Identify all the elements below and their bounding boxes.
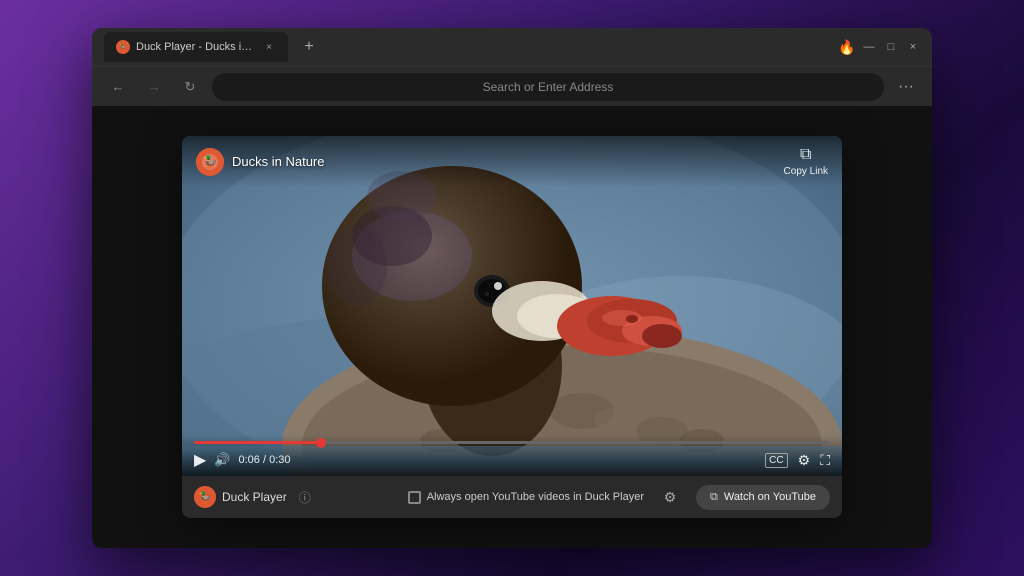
browser-window: 🦆 Duck Player - Ducks in Natur... × + 🔥 … bbox=[92, 28, 932, 548]
new-tab-button[interactable]: + bbox=[296, 34, 322, 60]
copy-link-button[interactable]: ⧉ Copy Link bbox=[784, 146, 828, 177]
controls-row: ▶ 🔊 0:06 / 0:30 CC ⚙ ⛶ bbox=[194, 450, 830, 470]
video-container[interactable]: 🦆 Ducks in Nature ⧉ Copy Link bbox=[182, 136, 842, 476]
watch-youtube-label: Watch on YouTube bbox=[724, 491, 816, 503]
refresh-button[interactable]: ↻ bbox=[176, 73, 204, 101]
back-button[interactable]: ← bbox=[104, 73, 132, 101]
duck-player-logo: 🦆 Duck Player bbox=[194, 486, 287, 508]
channel-icon: 🦆 bbox=[196, 148, 224, 176]
svg-text:🦆: 🦆 bbox=[203, 155, 218, 169]
info-icon[interactable]: ⓘ bbox=[299, 489, 311, 506]
progress-bar[interactable] bbox=[194, 441, 830, 444]
duck-player: 🦆 Ducks in Nature ⧉ Copy Link bbox=[182, 136, 842, 518]
minimize-button[interactable]: — bbox=[862, 40, 876, 54]
address-text: Search or Enter Address bbox=[226, 80, 870, 94]
fullscreen-button[interactable]: ⛶ bbox=[820, 452, 830, 469]
content-area: 🦆 Ducks in Nature ⧉ Copy Link bbox=[92, 106, 932, 548]
tab-favicon: 🦆 bbox=[116, 40, 130, 54]
bottom-bar: 🦆 Duck Player ⓘ Always open YouTube vide… bbox=[182, 476, 842, 518]
tab-title: Duck Player - Ducks in Natur... bbox=[136, 41, 256, 53]
forward-button[interactable]: → bbox=[140, 73, 168, 101]
right-controls: CC ⚙ ⛶ bbox=[765, 452, 830, 469]
video-overlay-top: 🦆 Ducks in Nature ⧉ Copy Link bbox=[182, 136, 842, 187]
volume-button[interactable]: 🔊 bbox=[214, 452, 230, 468]
logo-icon: 🦆 bbox=[194, 486, 216, 508]
svg-text:🦆: 🦆 bbox=[198, 491, 212, 504]
captions-button[interactable]: CC bbox=[765, 453, 787, 468]
watch-on-youtube-button[interactable]: ⧉ Watch on YouTube bbox=[696, 485, 830, 510]
flame-icon: 🔥 bbox=[840, 40, 854, 54]
video-frame bbox=[182, 136, 842, 476]
copy-link-icon: ⧉ bbox=[800, 146, 811, 164]
tab-close-button[interactable]: × bbox=[262, 40, 276, 54]
duck-player-label: Duck Player bbox=[222, 490, 287, 504]
settings-button[interactable]: ⚙ bbox=[798, 452, 811, 469]
navigation-bar: ← → ↻ Search or Enter Address ··· bbox=[92, 66, 932, 106]
channel-info: 🦆 Ducks in Nature bbox=[196, 148, 324, 176]
always-open-section: Always open YouTube videos in Duck Playe… bbox=[408, 491, 644, 504]
settings-gear-button[interactable]: ⚙ bbox=[656, 483, 684, 511]
browser-menu-button[interactable]: ··· bbox=[892, 73, 920, 101]
time-display: 0:06 / 0:30 bbox=[239, 454, 291, 466]
address-bar[interactable]: Search or Enter Address bbox=[212, 73, 884, 101]
browser-tab[interactable]: 🦆 Duck Player - Ducks in Natur... × bbox=[104, 32, 288, 62]
title-bar: 🦆 Duck Player - Ducks in Natur... × + 🔥 … bbox=[92, 28, 932, 66]
close-window-button[interactable]: × bbox=[906, 40, 920, 54]
progress-dot bbox=[316, 438, 326, 448]
maximize-button[interactable]: □ bbox=[884, 40, 898, 54]
external-link-icon: ⧉ bbox=[710, 491, 718, 504]
always-open-checkbox[interactable] bbox=[408, 491, 421, 504]
channel-name: Ducks in Nature bbox=[232, 154, 324, 169]
copy-link-label: Copy Link bbox=[784, 166, 828, 177]
window-controls: 🔥 — □ × bbox=[840, 40, 920, 54]
always-open-label: Always open YouTube videos in Duck Playe… bbox=[427, 491, 644, 503]
progress-fill bbox=[194, 441, 321, 444]
play-button[interactable]: ▶ bbox=[194, 450, 206, 470]
video-controls: ▶ 🔊 0:06 / 0:30 CC ⚙ ⛶ bbox=[182, 435, 842, 476]
